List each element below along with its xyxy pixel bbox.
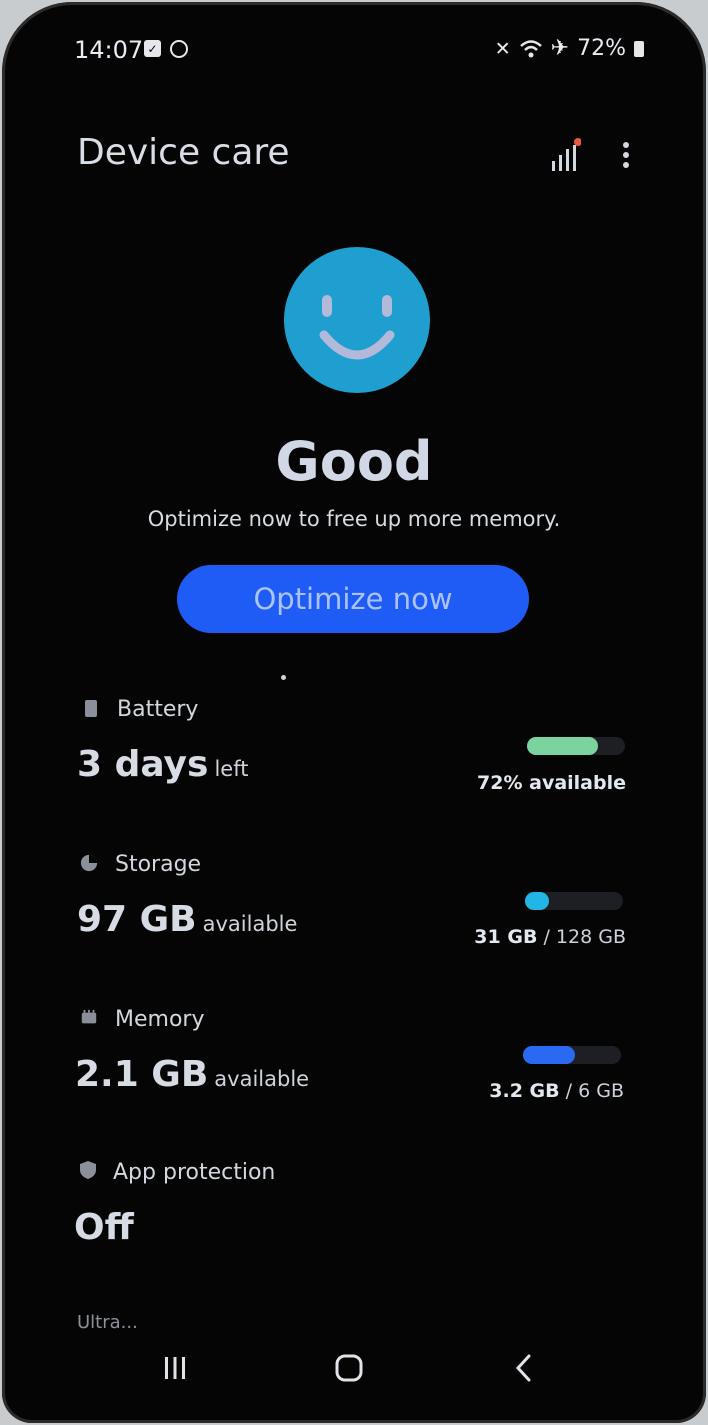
phone-screen: 14:07 ✓ ✕ ✈ 72% Device care Good Optimiz… — [2, 2, 706, 1423]
battery-icon — [634, 40, 644, 57]
storage-caption: 31 GB / 128 GB — [474, 926, 626, 948]
memory-bar-fill — [523, 1046, 575, 1064]
battery-card[interactable]: Battery 3 days left 72% available — [2, 692, 706, 817]
app-protection-label: App protection — [113, 1160, 276, 1185]
battery-bar — [527, 737, 625, 755]
memory-value: 2.1 GB available — [75, 1054, 309, 1095]
storage-used: 31 GB — [474, 926, 538, 948]
app-notification-icon — [170, 40, 188, 58]
page-title: Device care — [77, 132, 290, 173]
airplane-icon: ✈ — [550, 36, 570, 61]
home-icon[interactable] — [329, 1345, 369, 1391]
memory-card[interactable]: Memory 2.1 GB available 3.2 GB / 6 GB — [2, 1002, 706, 1117]
battery-caption: 72% available — [477, 772, 626, 794]
memory-caption: 3.2 GB / 6 GB — [489, 1080, 624, 1102]
shield-icon — [80, 1161, 96, 1179]
storage-bar — [525, 892, 623, 910]
wifi-icon — [519, 39, 542, 57]
more-options-icon[interactable] — [614, 140, 638, 170]
storage-value-number: 97 GB — [77, 899, 197, 940]
status-description: Optimize now to free up more memory. — [147, 507, 561, 531]
mute-icon: ✕ — [494, 37, 511, 60]
storage-value-suffix: available — [202, 912, 298, 936]
battery-label: Battery — [117, 697, 199, 722]
storage-value: 97 GB available — [77, 899, 297, 940]
memory-chip-icon — [81, 1009, 97, 1024]
app-protection-card[interactable]: App protection Off — [2, 1152, 706, 1262]
recents-icon[interactable] — [155, 1345, 195, 1391]
memory-value-suffix: available — [214, 1067, 310, 1091]
device-status-word: Good — [275, 430, 433, 493]
partial-row-label[interactable]: Ultra... — [77, 1312, 138, 1333]
battery-value-suffix: left — [214, 757, 249, 781]
storage-card[interactable]: Storage 97 GB available 31 GB / 128 GB — [2, 847, 706, 967]
battery-percent: 72% — [577, 36, 626, 61]
app-protection-value: Off — [74, 1207, 134, 1248]
battery-caption-value: 72% available — [477, 772, 626, 794]
status-face-icon — [284, 247, 430, 393]
storage-pie-icon — [80, 854, 98, 872]
memory-total: / 6 GB — [565, 1080, 624, 1102]
memory-label: Memory — [115, 1007, 205, 1032]
memory-value-number: 2.1 GB — [75, 1054, 209, 1095]
navigation-bar — [2, 1337, 706, 1407]
memory-bar — [523, 1046, 621, 1064]
battery-value-number: 3 days — [77, 744, 209, 785]
status-bar: 14:07 ✓ ✕ ✈ 72% — [2, 2, 706, 92]
battery-value: 3 days left — [77, 744, 248, 785]
indicator-dot — [281, 675, 286, 680]
optimize-now-button[interactable]: Optimize now — [177, 565, 529, 633]
status-time: 14:07 — [74, 36, 144, 64]
back-icon[interactable] — [504, 1345, 544, 1391]
battery-icon — [85, 700, 97, 717]
status-right-icons: ✕ ✈ 72% — [495, 36, 644, 61]
storage-total: / 128 GB — [543, 926, 626, 948]
diagnostics-signal-icon[interactable] — [551, 137, 581, 173]
memory-used: 3.2 GB — [489, 1080, 560, 1102]
storage-bar-fill — [525, 892, 549, 910]
storage-label: Storage — [115, 852, 202, 877]
calendar-check-icon: ✓ — [144, 40, 161, 57]
battery-bar-fill — [527, 737, 598, 755]
